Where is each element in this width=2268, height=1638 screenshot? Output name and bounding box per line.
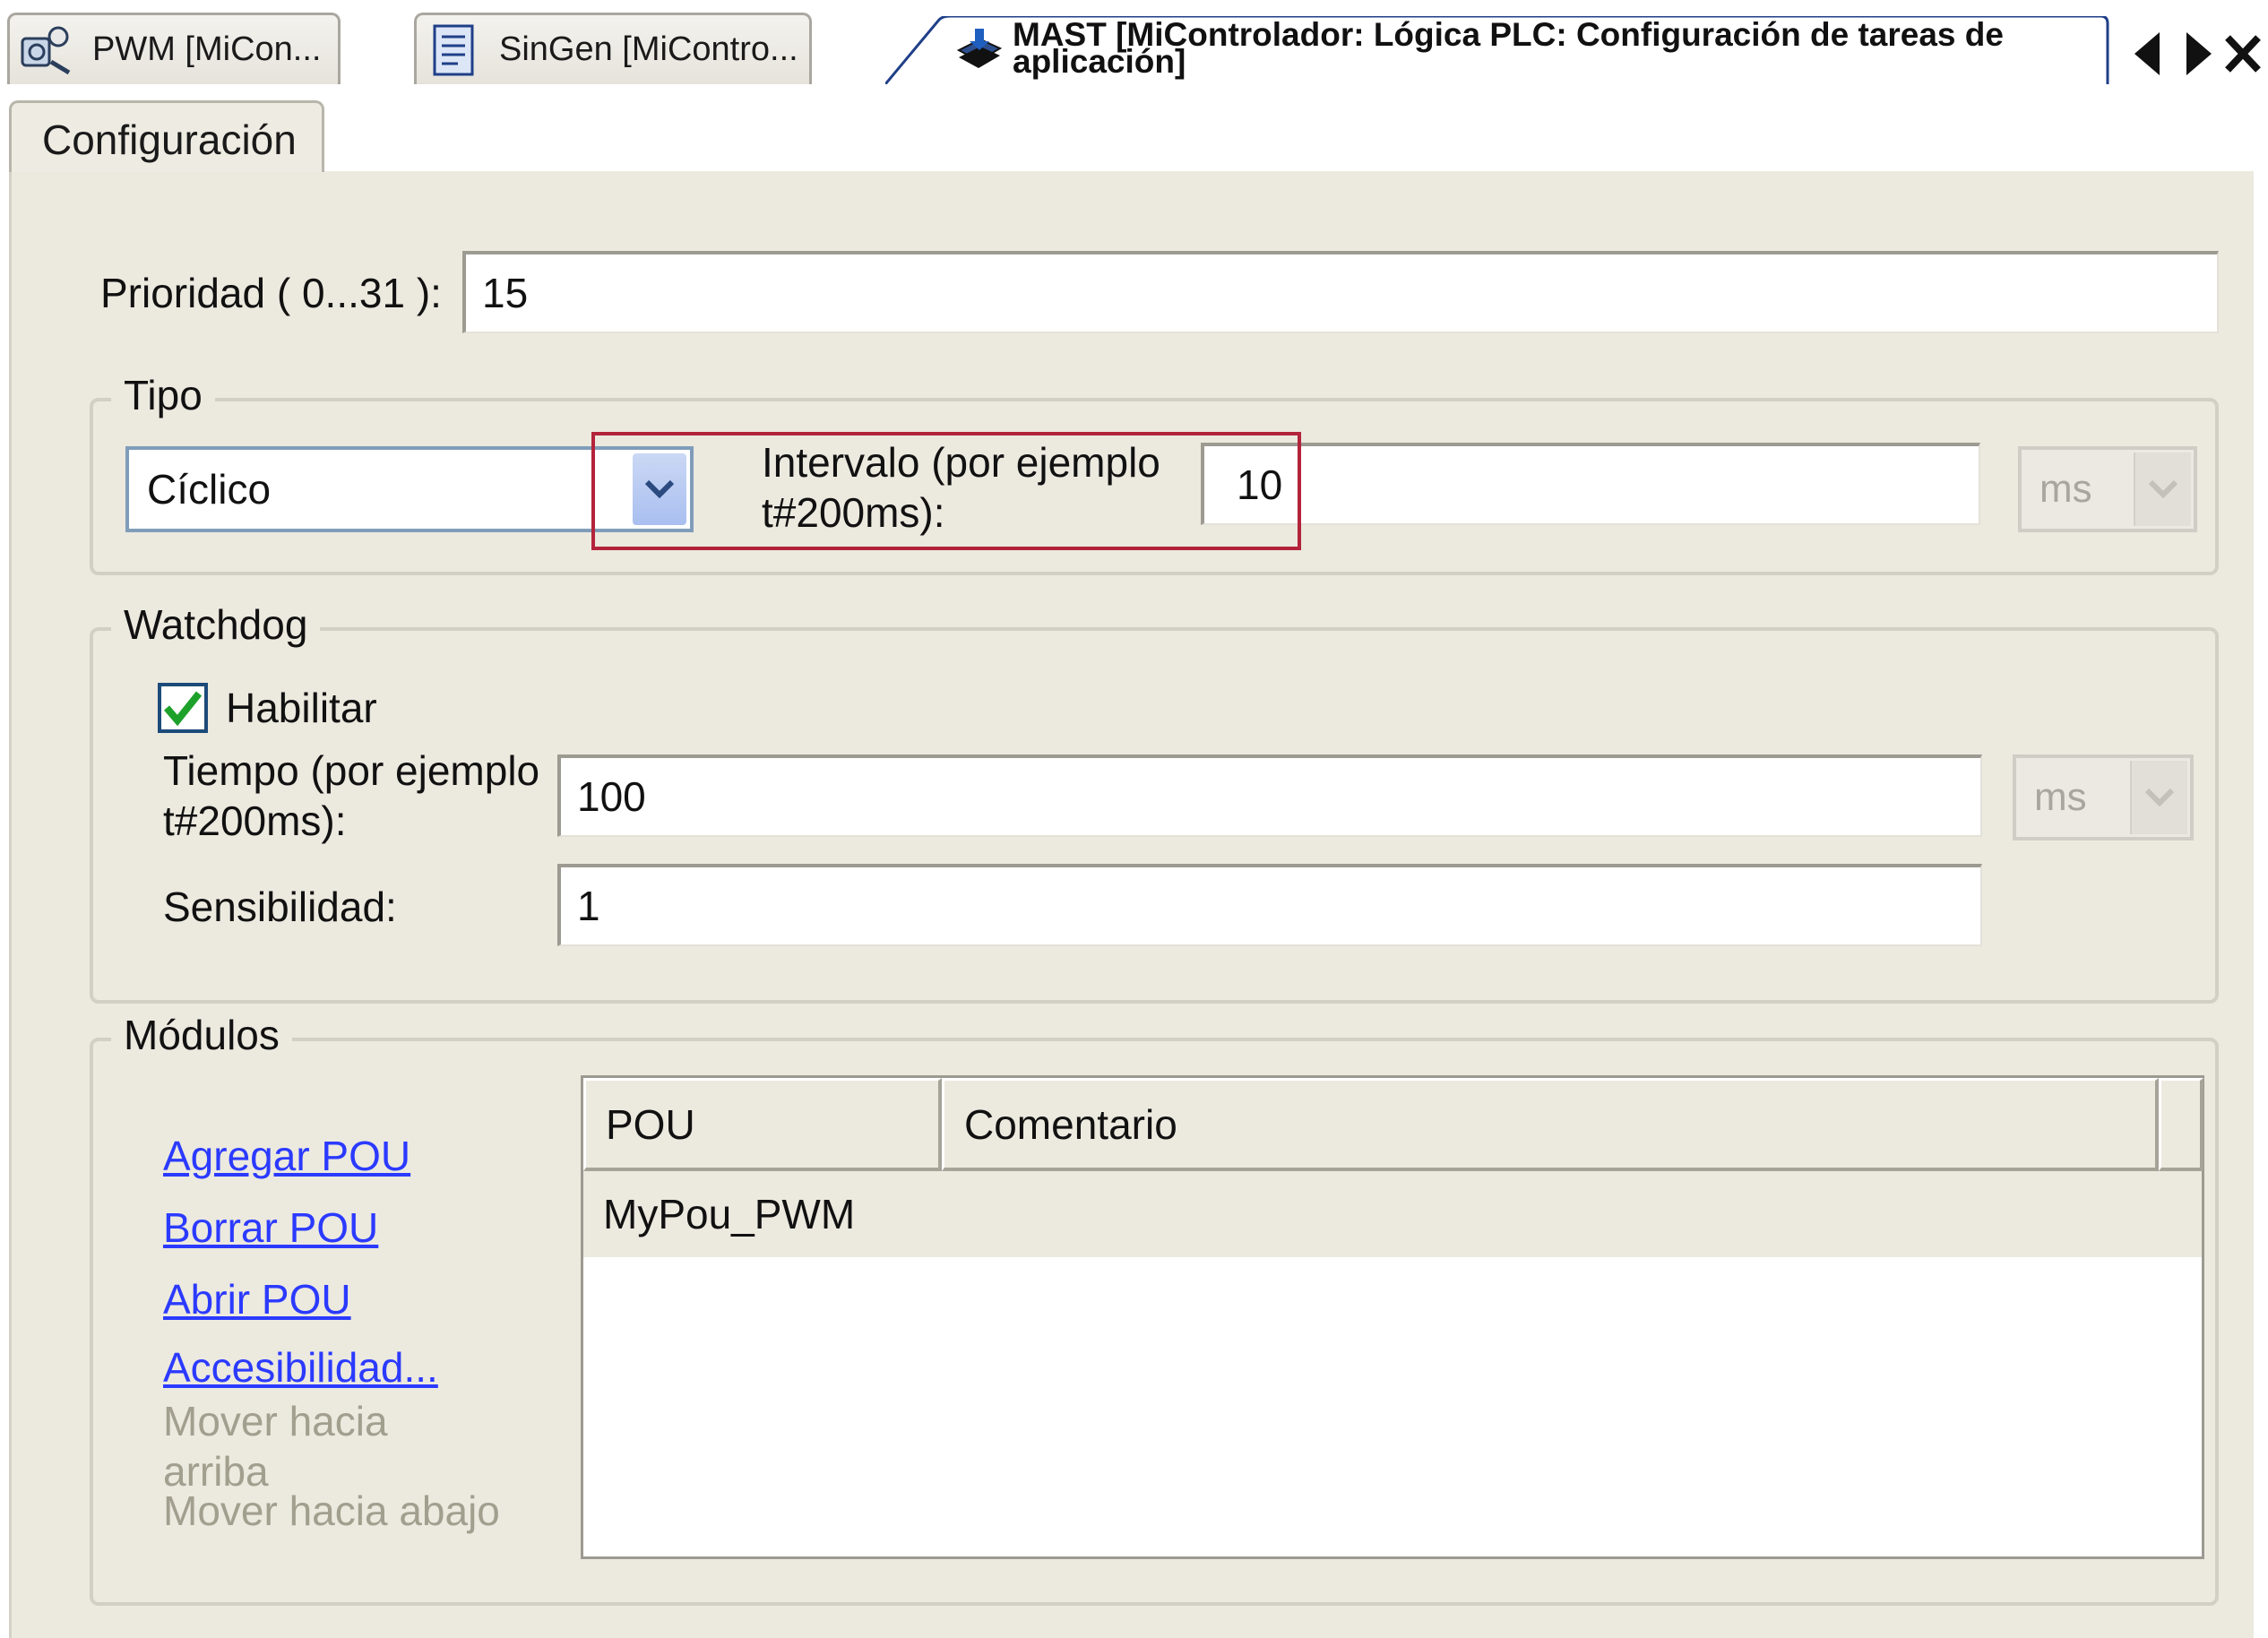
delete-pou-link[interactable]: Borrar POU (163, 1203, 378, 1253)
accessibility-link[interactable]: Accesibilidad... (163, 1342, 438, 1392)
function-block-icon (433, 24, 474, 75)
move-up-label-line1: Mover hacia (163, 1398, 388, 1444)
time-label-line2: t#200ms): (163, 797, 347, 844)
doc-tab-label: PWM [MiCon... (92, 30, 322, 68)
pou-table: POU Comentario MyPou_PWM (581, 1075, 2204, 1559)
sensitivity-input[interactable]: 1 (557, 864, 1982, 946)
priority-input[interactable]: 15 (462, 251, 2219, 333)
watchdog-unit-select: ms (2013, 754, 2194, 841)
doc-tab-mast-active[interactable]: MAST [MiControlador: Lógica PLC: Configu… (885, 16, 2109, 84)
scroll-left-icon[interactable] (2127, 27, 2169, 81)
table-row[interactable]: MyPou_PWM (583, 1171, 2202, 1257)
open-pou-link[interactable]: Abrir POU (163, 1274, 351, 1324)
highlight-box (591, 432, 1301, 550)
doc-tab-pwm[interactable]: PWM [MiCon... (7, 13, 341, 84)
scroll-right-icon[interactable] (2177, 27, 2219, 81)
time-label-line1: Tiempo (por ejemplo (163, 747, 540, 794)
chevron-down-icon (2148, 479, 2178, 499)
sensitivity-label: Sensibilidad: (163, 884, 397, 930)
watchdog-group-title: Watchdog (111, 600, 321, 649)
watchdog-enable-checkbox[interactable] (158, 683, 208, 733)
pwm-config-icon (21, 26, 71, 74)
watchdog-unit-value: ms (2034, 775, 2087, 819)
interval-unit-value: ms (2039, 467, 2092, 511)
tab-configuracion[interactable]: Configuración (9, 100, 324, 172)
interval-unit-dropdown (2134, 453, 2191, 526)
modules-group-title: Módulos (111, 1011, 292, 1059)
column-header-pou[interactable]: POU (583, 1078, 942, 1171)
active-tab-label: MAST [MiControlador: Lógica PLC: Configu… (1013, 16, 2004, 80)
task-icon (956, 29, 1003, 68)
move-down-label: Mover hacia abajo (163, 1487, 500, 1534)
checkmark-icon (163, 691, 203, 726)
tipo-group-title: Tipo (111, 371, 215, 419)
watchdog-unit-dropdown (2130, 761, 2187, 834)
interval-unit-select: ms (2018, 446, 2197, 532)
watchdog-enable-label: Habilitar (226, 685, 377, 731)
interval-input[interactable]: 10 (1201, 443, 1980, 525)
close-icon[interactable] (2222, 27, 2264, 81)
add-pou-link[interactable]: Agregar POU (163, 1131, 410, 1181)
type-select-value: Cíclico (147, 466, 272, 513)
doc-tab-singen[interactable]: SinGen [MiContro... (414, 13, 812, 84)
pou-cell: MyPou_PWM (603, 1191, 856, 1237)
priority-label: Prioridad ( 0...31 ): (100, 270, 442, 316)
doc-tab-label: SinGen [MiContro... (499, 30, 798, 68)
watchdog-time-input[interactable]: 100 (557, 754, 1982, 837)
column-header-filler (2159, 1078, 2203, 1171)
column-header-comment[interactable]: Comentario (942, 1078, 2159, 1171)
chevron-down-icon (2144, 788, 2175, 807)
